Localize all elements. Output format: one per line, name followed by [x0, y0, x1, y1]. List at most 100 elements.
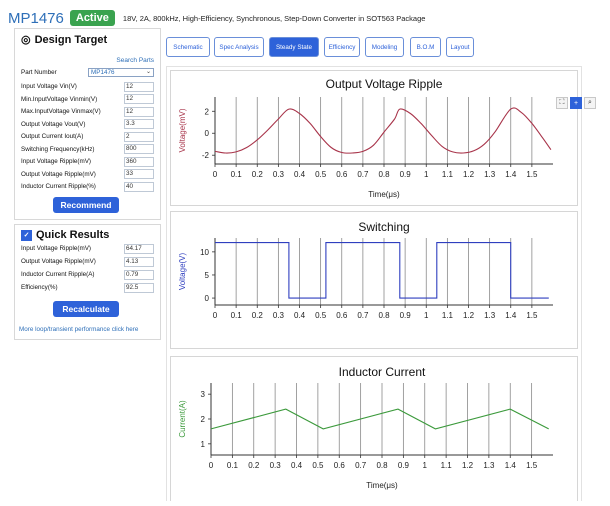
x-tick-label: 0.4: [291, 461, 303, 470]
tab-schematic[interactable]: Schematic: [166, 37, 210, 57]
design-field-input[interactable]: 360: [124, 156, 154, 167]
part-number-value: MP1476: [91, 69, 115, 76]
zoom-fit-icon[interactable]: ⛶: [556, 97, 568, 109]
tab-layout[interactable]: Layout: [446, 37, 474, 57]
design-field-row: Input Voltage Vin(V) 12: [21, 81, 154, 92]
design-field-input[interactable]: 12: [124, 106, 154, 117]
part-description: 18V, 2A, 800kHz, High-Efficiency, Synchr…: [122, 13, 426, 23]
design-field-label: Output Current Iout(A): [21, 133, 84, 140]
x-tick-label: 1.2: [462, 461, 474, 470]
result-field-value: 4.13: [124, 256, 154, 267]
design-field-input[interactable]: 2: [124, 131, 154, 142]
design-field-input[interactable]: 3.3: [124, 119, 154, 129]
x-axis-label: Time(μs): [368, 190, 400, 199]
x-tick-label: 0.7: [355, 461, 367, 470]
inductor-current-card: Inductor Current 0 0.1 0.2 0.3 0.4 0.5 0.6 0.7 0.…: [170, 356, 578, 501]
series-line: [215, 242, 549, 299]
design-field-row: Min.InputVoltage Vinmin(V) 12: [21, 94, 154, 105]
design-field-input[interactable]: 40: [124, 181, 154, 192]
x-tick-label: 0.8: [378, 170, 390, 179]
design-target-title: ◎ Design Target: [21, 33, 108, 47]
x-tick-label: 1.5: [526, 170, 538, 179]
x-tick-label: 0.2: [252, 170, 264, 179]
series-line: [210, 408, 549, 430]
part-number-select[interactable]: MP1476 ⌄: [88, 68, 154, 77]
tab-steady-state[interactable]: Steady State: [269, 37, 319, 57]
more-performance-link[interactable]: More loop/transient performance click he…: [19, 326, 138, 333]
design-field-input[interactable]: 12: [124, 81, 154, 92]
y-tick-label: 2: [201, 415, 206, 424]
part-number-label: Part Number: [21, 69, 57, 76]
result-field-row: Inductor Current Ripple(A) 0.79: [21, 269, 154, 280]
x-tick-label: 0.6: [336, 311, 348, 320]
result-field-label: Output Voltage Ripple(mV): [21, 258, 96, 265]
y-axis-label: Voltage(V): [178, 252, 187, 290]
design-field-row: Switching Frequency(kHz) 800: [21, 144, 154, 155]
design-field-input[interactable]: 33: [124, 169, 154, 179]
x-tick-label: 0.5: [312, 461, 324, 470]
x-tick-label: 0.9: [398, 461, 410, 470]
series-line: [214, 107, 552, 154]
chart-toolbar: ⛶ + ⌕: [556, 97, 598, 109]
x-tick-label: 0: [213, 170, 218, 179]
switching-chart: Switching 0 0.1 0.2 0.3 0.4 0.5 0.6 0.7 0.8 0.9 1 1.…: [178, 220, 553, 320]
recalculate-button[interactable]: Recalculate: [53, 301, 119, 317]
part-title: MP1476: [8, 9, 64, 27]
result-field-label: Efficiency(%): [21, 284, 58, 291]
design-field-row: Output Voltage Vout(V) 3.3: [21, 119, 154, 130]
design-field-row: Inductor Current Ripple(%) 40: [21, 181, 154, 192]
design-field-label: Min.InputVoltage Vinmin(V): [21, 95, 98, 103]
result-field-label: Inductor Current Ripple(A): [21, 271, 95, 278]
design-field-label: Max.InputVoltage Vinmax(V): [21, 108, 101, 115]
search-parts-link[interactable]: Search Parts: [116, 57, 154, 64]
recommend-button[interactable]: Recommend: [53, 197, 119, 213]
x-tick-label: 0.8: [376, 461, 388, 470]
y-tick-label: 2: [205, 107, 210, 116]
chart-title: Switching: [358, 220, 409, 234]
x-tick-label: 1.3: [483, 461, 495, 470]
x-tick-label: 0.1: [231, 170, 243, 179]
switching-card: Switching 0 0.1 0.2 0.3 0.4 0.5 0.6 0.7 0.8 0.9 1 1.…: [170, 211, 578, 349]
y-tick-label: 5: [205, 271, 210, 280]
x-tick-label: 0: [213, 311, 218, 320]
design-target-label: Design Target: [34, 33, 108, 46]
design-field-input[interactable]: 800: [124, 144, 154, 154]
design-field-row: Max.InputVoltage Vinmax(V) 12: [21, 106, 154, 117]
tab-modeling[interactable]: Modeling: [365, 37, 404, 57]
magnifier-icon[interactable]: ⌕: [584, 97, 596, 109]
tab-spec-analysis[interactable]: Spec Analysis: [214, 37, 264, 57]
quick-results-title: ✓ Quick Results: [21, 229, 109, 241]
y-tick-label: 10: [200, 248, 209, 257]
chart-title: Inductor Current: [339, 365, 426, 379]
tab-b-o-m[interactable]: B.O.M: [410, 37, 441, 57]
zoom-in-icon[interactable]: +: [570, 97, 582, 109]
tab-efficiency[interactable]: Efficiency: [324, 37, 360, 57]
x-tick-label: 1: [424, 170, 429, 179]
design-field-row: Output Current Iout(A) 2: [21, 131, 154, 142]
quick-results-label: Quick Results: [36, 229, 110, 241]
x-tick-label: 1: [423, 461, 428, 470]
x-tick-label: 0.4: [294, 170, 306, 179]
design-field-input[interactable]: 12: [124, 94, 154, 104]
x-tick-label: 1.2: [463, 311, 475, 320]
checkbox-icon[interactable]: ✓: [21, 229, 32, 241]
result-field-row: Efficiency(%) 92.5: [21, 282, 154, 293]
quick-results-panel: ✓ Quick Results Input Voltage Ripple(mV)…: [14, 224, 161, 340]
x-tick-label: 0.5: [315, 311, 327, 320]
x-axis-label: Time(μs): [366, 481, 398, 490]
x-tick-label: 1.5: [526, 461, 538, 470]
x-tick-label: 0.6: [336, 170, 348, 179]
output-ripple-card: Output Voltage Ripple 0 0.1 0.2 0.3 0.4 0.5 0.6…: [170, 70, 578, 206]
y-axis-label: Current(A): [178, 400, 187, 438]
y-tick-label: -2: [202, 151, 210, 160]
x-tick-label: 0.7: [357, 170, 369, 179]
chevron-down-icon: ⌄: [145, 69, 151, 75]
x-tick-label: 1.4: [505, 170, 517, 179]
result-field-value: 0.79: [124, 269, 154, 280]
x-tick-label: 1.1: [442, 170, 454, 179]
design-field-row: Input Voltage Ripple(mV) 360: [21, 156, 154, 167]
x-tick-label: 0.4: [294, 311, 306, 320]
y-tick-label: 0: [205, 129, 210, 138]
result-field-row: Output Voltage Ripple(mV) 4.13: [21, 256, 154, 267]
design-field-label: Input Voltage Vin(V): [21, 83, 77, 90]
